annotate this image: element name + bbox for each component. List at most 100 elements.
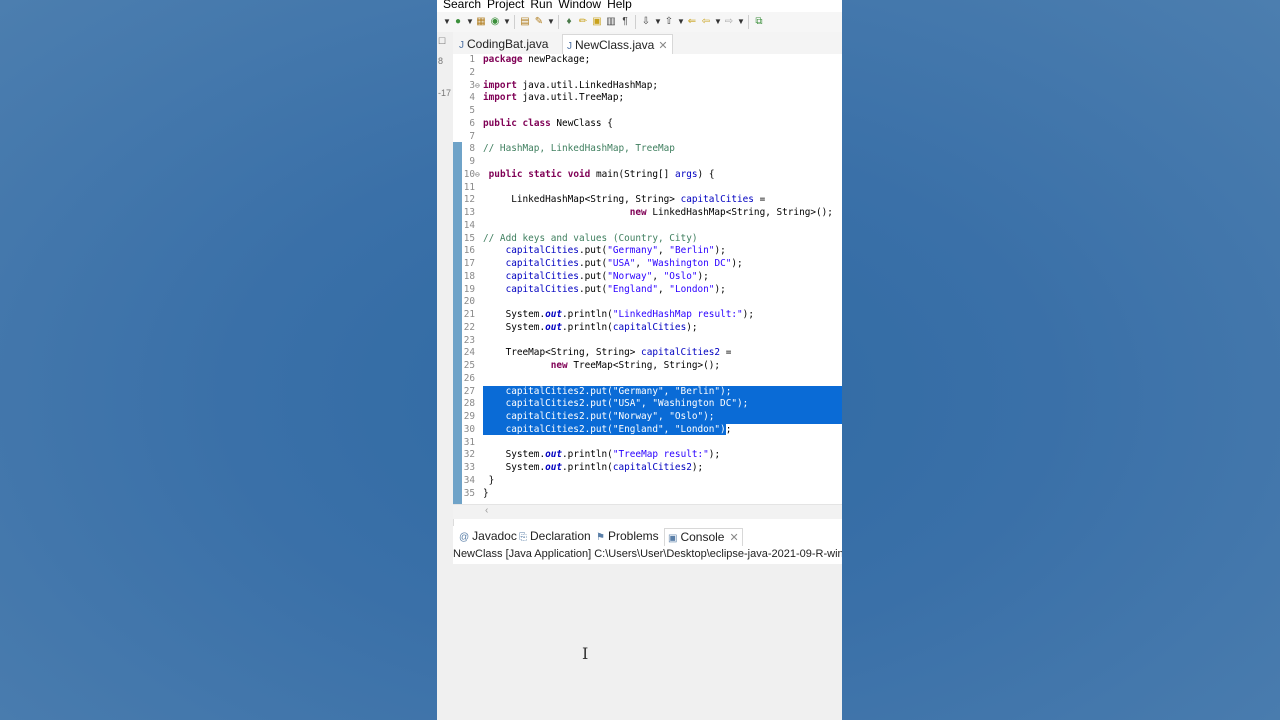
open-perspective-icon[interactable]: ⧉ bbox=[753, 16, 765, 28]
code-line[interactable]: 16 capitalCities.put("Germany", "Berlin"… bbox=[453, 245, 842, 258]
code-line[interactable]: 20 bbox=[453, 296, 842, 309]
code-line[interactable]: 31 bbox=[453, 437, 842, 450]
code-line[interactable]: 9 bbox=[453, 156, 842, 169]
selected-text: capitalCities2.put("England", "London") bbox=[483, 423, 726, 435]
dropdown-arrow-icon[interactable]: ▼ bbox=[677, 16, 685, 28]
code-line[interactable]: 29 capitalCities2.put("Norway", "Oslo"); bbox=[453, 411, 842, 424]
code-line[interactable]: 35} bbox=[453, 488, 842, 501]
code-line[interactable]: 5 bbox=[453, 105, 842, 118]
dropdown-arrow-icon[interactable]: ▼ bbox=[654, 16, 662, 28]
menu-help[interactable]: Help bbox=[607, 0, 632, 11]
code-text: System.out.println("LinkedHashMap result… bbox=[483, 309, 754, 320]
code-line[interactable]: 10 ⊖ public static void main(String[] arg… bbox=[453, 169, 842, 182]
dropdown-arrow-icon[interactable]: ▼ bbox=[714, 16, 722, 28]
close-icon[interactable]: ✕ bbox=[658, 40, 671, 52]
code-line[interactable]: 25 new TreeMap<String, String>(); bbox=[453, 360, 842, 373]
code-line[interactable]: 4 import java.util.TreeMap; bbox=[453, 92, 842, 105]
highlight-icon[interactable]: ✏ bbox=[577, 16, 589, 28]
console-launch-label: NewClass [Java Application] C:\Users\Use… bbox=[453, 548, 842, 560]
code-editor[interactable]: 1 package newPackage; 2 3 ⊖ import java.util.… bbox=[453, 54, 842, 515]
new-class-icon[interactable]: ◉ bbox=[489, 16, 501, 28]
menu-window[interactable]: Window bbox=[558, 0, 601, 11]
line-number: 13 bbox=[463, 207, 475, 218]
line-number: 33 bbox=[463, 462, 475, 473]
code-line[interactable]: 11 bbox=[453, 182, 842, 195]
line-number: 1 bbox=[469, 54, 475, 65]
dropdown-arrow-icon[interactable]: ▼ bbox=[466, 16, 474, 28]
code-line[interactable]: 14 bbox=[453, 220, 842, 233]
scroll-left-icon[interactable]: ‹ bbox=[485, 505, 488, 516]
code-line[interactable]: 1 package newPackage; bbox=[453, 54, 842, 67]
line-number: 31 bbox=[463, 436, 475, 448]
menu-project[interactable]: Project bbox=[487, 0, 524, 11]
code-line[interactable]: 17 capitalCities.put("USA", "Washington … bbox=[453, 258, 842, 271]
declaration-icon: ⎘ bbox=[519, 532, 527, 543]
search-icon[interactable]: ✎ bbox=[533, 16, 545, 28]
tab-problems[interactable]: ⚑ Problems bbox=[596, 528, 659, 546]
open-type-icon[interactable]: ▤ bbox=[519, 16, 531, 28]
code-line[interactable]: 19 capitalCities.put("England", "London"… bbox=[453, 284, 842, 297]
horizontal-scrollbar[interactable]: ‹ bbox=[453, 504, 842, 519]
dropdown-arrow-icon[interactable]: ▼ bbox=[503, 16, 511, 28]
pin-icon[interactable]: ♦ bbox=[563, 16, 575, 28]
toggle-mark-icon[interactable]: ▣ bbox=[591, 16, 603, 28]
code-text: capitalCities2.put("USA", "Washington DC… bbox=[483, 398, 749, 410]
next-annotation-icon[interactable]: ⇩ bbox=[640, 16, 652, 28]
code-line[interactable]: 15 // Add keys and values (Country, City) bbox=[453, 233, 842, 246]
show-whitespace-icon[interactable]: ¶ bbox=[619, 16, 631, 28]
tab-javadoc[interactable]: @ Javadoc bbox=[459, 528, 517, 546]
minimized-view-icon[interactable]: ☐ bbox=[438, 36, 446, 47]
debug-icon[interactable]: ● bbox=[452, 16, 464, 28]
line-number: 17 bbox=[463, 258, 475, 269]
line-number: 27 bbox=[463, 385, 475, 397]
line-number: 14 bbox=[463, 219, 475, 231]
last-edit-icon[interactable]: ⇐ bbox=[686, 16, 698, 28]
prev-annotation-icon[interactable]: ⇧ bbox=[663, 16, 675, 28]
code-line[interactable]: 32 System.out.println("TreeMap result:")… bbox=[453, 449, 842, 462]
close-icon[interactable]: ✕ bbox=[729, 532, 738, 544]
code-line[interactable]: 30 capitalCities2.put("England", "London… bbox=[453, 423, 842, 437]
line-number: 34 bbox=[463, 474, 475, 486]
code-line[interactable]: 33 System.out.println(capitalCities2); bbox=[453, 462, 842, 475]
dropdown-arrow-icon[interactable]: ▼ bbox=[737, 16, 745, 28]
code-line[interactable]: 28 capitalCities2.put("USA", "Washington… bbox=[453, 398, 842, 412]
dropdown-arrow-icon[interactable]: ▼ bbox=[443, 16, 451, 28]
code-text: capitalCities2.put("Germany", "Berlin"); bbox=[483, 385, 732, 397]
code-line[interactable]: 27 capitalCities2.put("Germany", "Berlin… bbox=[453, 385, 842, 399]
menu-run[interactable]: Run bbox=[530, 0, 552, 11]
code-line[interactable]: 34 } bbox=[453, 475, 842, 488]
code-line[interactable]: 2 bbox=[453, 67, 842, 80]
code-line[interactable]: 8 // HashMap, LinkedHashMap, TreeMap bbox=[453, 143, 842, 156]
menu-search[interactable]: Search bbox=[443, 0, 481, 11]
code-line[interactable]: 3 ⊖ import java.util.LinkedHashMap; bbox=[453, 80, 842, 93]
code-line[interactable]: 6 public class NewClass { bbox=[453, 118, 842, 131]
line-number: 5 bbox=[469, 105, 475, 116]
code-line[interactable]: 13 new LinkedHashMap<String, String>(); bbox=[453, 207, 842, 220]
dropdown-arrow-icon[interactable]: ▼ bbox=[547, 16, 555, 28]
tab-newclass[interactable]: J NewClass.java ✕ bbox=[562, 34, 673, 55]
line-number: 32 bbox=[463, 449, 475, 461]
forward-icon[interactable]: ⇨ bbox=[723, 16, 735, 28]
fold-icon[interactable]: ⊖ bbox=[475, 169, 480, 182]
code-line[interactable]: 7 bbox=[453, 131, 842, 144]
fold-icon[interactable]: ⊖ bbox=[475, 80, 480, 93]
code-line[interactable]: 21 System.out.println("LinkedHashMap res… bbox=[453, 309, 842, 322]
tab-label: NewClass.java bbox=[575, 38, 655, 52]
code-line[interactable]: 22 System.out.println(capitalCities); bbox=[453, 322, 842, 335]
back-icon[interactable]: ⇦ bbox=[700, 16, 712, 28]
tab-console[interactable]: ▣ Console ✕ bbox=[664, 528, 743, 547]
code-line[interactable]: 26 bbox=[453, 373, 842, 386]
java-file-icon: J bbox=[459, 40, 464, 51]
code-line[interactable]: 12 LinkedHashMap<String, String> capital… bbox=[453, 194, 842, 207]
code-line[interactable]: 18 capitalCities.put("Norway", "Oslo"); bbox=[453, 271, 842, 284]
line-number: 28 bbox=[463, 398, 475, 410]
code-text: capitalCities.put("Germany", "Berlin"); bbox=[505, 245, 726, 257]
code-line[interactable]: 24 TreeMap<String, String> capitalCities… bbox=[453, 347, 842, 360]
tab-codingbat[interactable]: J CodingBat.java bbox=[455, 34, 548, 54]
code-text: } bbox=[483, 487, 489, 499]
block-select-icon[interactable]: ▥ bbox=[605, 16, 617, 28]
new-package-icon[interactable]: ▦ bbox=[475, 16, 487, 28]
console-output[interactable]: I bbox=[453, 564, 842, 720]
code-line[interactable]: 23 bbox=[453, 335, 842, 348]
tab-declaration[interactable]: ⎘ Declaration bbox=[519, 528, 591, 546]
